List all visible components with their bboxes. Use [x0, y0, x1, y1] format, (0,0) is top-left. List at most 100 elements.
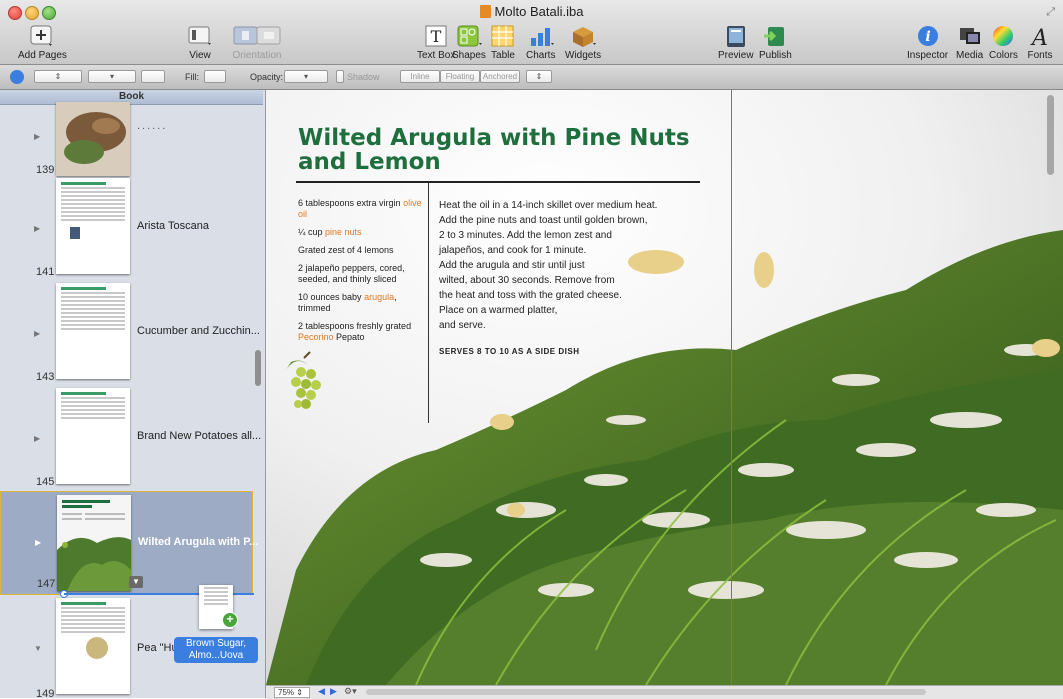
shadow-label: Shadow [347, 72, 380, 82]
page-options-icon[interactable]: ▼ [129, 576, 143, 588]
media-button[interactable]: Media [956, 24, 983, 61]
publish-label: Publish [759, 50, 792, 61]
preview-icon [723, 24, 749, 48]
page-thumbnail[interactable] [56, 283, 130, 379]
fill-well[interactable] [204, 70, 226, 83]
canvas-vertical-scrollbar[interactable] [1047, 95, 1054, 175]
page-canvas[interactable]: Wilted Arugula with Pine Nuts and Lemon … [266, 90, 1063, 685]
wrap-popup[interactable]: ⇕ [526, 70, 552, 83]
fullscreen-icon[interactable]: ⤢ [1046, 6, 1055, 19]
font-popup[interactable]: ▾ [88, 70, 136, 83]
directions-text[interactable]: Heat the oil in a 14-inch skillet over m… [439, 198, 709, 333]
view-icon [187, 24, 213, 48]
recipe-title[interactable]: Wilted Arugula with Pine Nuts and Lemon [298, 126, 698, 174]
opacity-field[interactable]: ▾ [284, 70, 328, 83]
add-pages-icon [29, 24, 55, 48]
fonts-button[interactable]: A Fonts [1027, 24, 1053, 61]
page-thumbnail[interactable] [57, 495, 131, 591]
add-pages-button[interactable]: Add Pages [18, 24, 67, 61]
page-row-143[interactable]: ▶ 143 Cucumber and Zucchin... [0, 283, 260, 387]
publish-icon [762, 24, 788, 48]
page-number: 139 [36, 164, 55, 176]
page-thumbnail[interactable] [56, 388, 130, 484]
previous-page-icon[interactable]: ◀ [318, 686, 325, 697]
widgets-icon [570, 24, 597, 48]
column-rule [428, 183, 429, 423]
charts-icon [528, 24, 554, 48]
format-bar: ⇕ ▾ Fill: Opacity: ▾ Shadow Inline Float… [0, 65, 1063, 90]
zoom-value: 75% [278, 688, 295, 697]
disclosure-triangle-icon[interactable]: ▶ [34, 329, 40, 338]
text-box-button[interactable]: T Text Box [417, 24, 455, 61]
page-thumbnail[interactable] [56, 178, 130, 274]
drag-label-badge: Brown Sugar, Almo...Uova [174, 637, 258, 663]
page-label: Cucumber and Zucchin... [137, 325, 260, 337]
view-button[interactable]: View [187, 24, 213, 61]
charts-label: Charts [526, 50, 556, 61]
shadow-checkbox[interactable] [336, 70, 344, 83]
page-label: Brand New Potatoes all... [137, 430, 262, 442]
orientation-control[interactable]: Orientation [232, 24, 282, 61]
anchored-button[interactable]: Anchored [480, 70, 520, 83]
disclosure-triangle-icon[interactable]: ▶ [34, 132, 40, 141]
shapes-icon [456, 24, 482, 48]
next-page-icon[interactable]: ▶ [330, 686, 337, 697]
directions-line: the heat and toss with the grated cheese… [439, 290, 622, 301]
gear-icon[interactable]: ⚙▾ [344, 686, 357, 697]
svg-text:A: A [1030, 26, 1048, 48]
orientation-label: Orientation [232, 50, 282, 61]
disclosure-triangle-icon[interactable]: ▶ [34, 434, 40, 443]
ingredient-item: Grated zest of 4 lemons [298, 245, 394, 255]
drag-label-line1: Brown Sugar, [185, 638, 247, 649]
title-rule [296, 181, 700, 183]
ingredient-item: 2 tablespoons freshly grated Pecorino Pe… [298, 321, 412, 342]
disclosure-triangle-icon[interactable]: ▼ [34, 644, 42, 653]
table-button[interactable]: Table [490, 24, 516, 61]
inline-button[interactable]: Inline [400, 70, 440, 83]
disclosure-triangle-icon[interactable]: ▶ [35, 538, 41, 547]
charts-button[interactable]: Charts [526, 24, 555, 61]
page-row-147[interactable]: ▶ 147 Wilted Arugula with P... ▼ [0, 491, 258, 595]
media-icon [957, 24, 983, 48]
fonts-label: Fonts [1027, 50, 1053, 61]
canvas-horizontal-scrollbar[interactable] [366, 689, 926, 695]
style-popup[interactable]: ⇕ [34, 70, 82, 83]
ingredient-item: 2 jalapeño peppers, cored, seeded, and t… [298, 263, 405, 284]
text-box-icon: T [423, 24, 449, 48]
page-row-141[interactable]: ▶ 141 Arista Toscana [0, 178, 253, 282]
ingredients-list[interactable]: 6 tablespoons extra virgin olive oil ¼ c… [298, 198, 423, 350]
orientation-icon [232, 24, 282, 48]
table-icon [490, 24, 516, 48]
floating-button[interactable]: Floating [440, 70, 480, 83]
widgets-label: Widgets [565, 50, 602, 61]
format-bar-circle-button[interactable] [10, 70, 24, 84]
disclosure-triangle-icon[interactable]: ▶ [34, 224, 40, 233]
sidebar-scrollbar[interactable] [255, 350, 261, 386]
drag-label-line2: Almo...Uova [188, 650, 244, 661]
shapes-label: Shapes [452, 50, 486, 61]
inspector-button[interactable]: i Inspector [907, 24, 948, 61]
colors-button[interactable]: Colors [989, 24, 1018, 61]
salad-photo[interactable] [266, 90, 1063, 685]
colors-label: Colors [989, 50, 1018, 61]
directions-line: jalapeños, and cook for 1 minute. [439, 245, 587, 256]
directions-line: 2 to 3 minutes. Add the lemon zest and [439, 230, 612, 241]
directions-line: wilted, about 30 seconds. Remove from [439, 275, 615, 286]
ingredient-item: ¼ cup pine nuts [298, 227, 362, 237]
page-row-145[interactable]: ▶ 145 Brand New Potatoes all... [0, 388, 261, 492]
preview-button[interactable]: Preview [718, 24, 754, 61]
publish-button[interactable]: Publish [759, 24, 792, 61]
thumb-title [61, 392, 106, 395]
directions-line: and serve. [439, 320, 486, 331]
widgets-button[interactable]: Widgets [565, 24, 601, 61]
text-box-label: Text Box [417, 50, 456, 61]
thumb-image [70, 227, 80, 239]
window-title-text: Molto Batali.iba [494, 4, 584, 19]
page-number: 149 [36, 688, 55, 698]
zoom-popup[interactable]: 75% ⇕ [274, 687, 310, 698]
serves-note[interactable]: SERVES 8 TO 10 AS A SIDE DISH [439, 347, 579, 356]
size-field[interactable] [141, 70, 165, 83]
page-thumbnail[interactable] [56, 102, 130, 176]
shapes-button[interactable]: Shapes [452, 24, 486, 61]
page-thumbnail[interactable] [56, 598, 130, 694]
